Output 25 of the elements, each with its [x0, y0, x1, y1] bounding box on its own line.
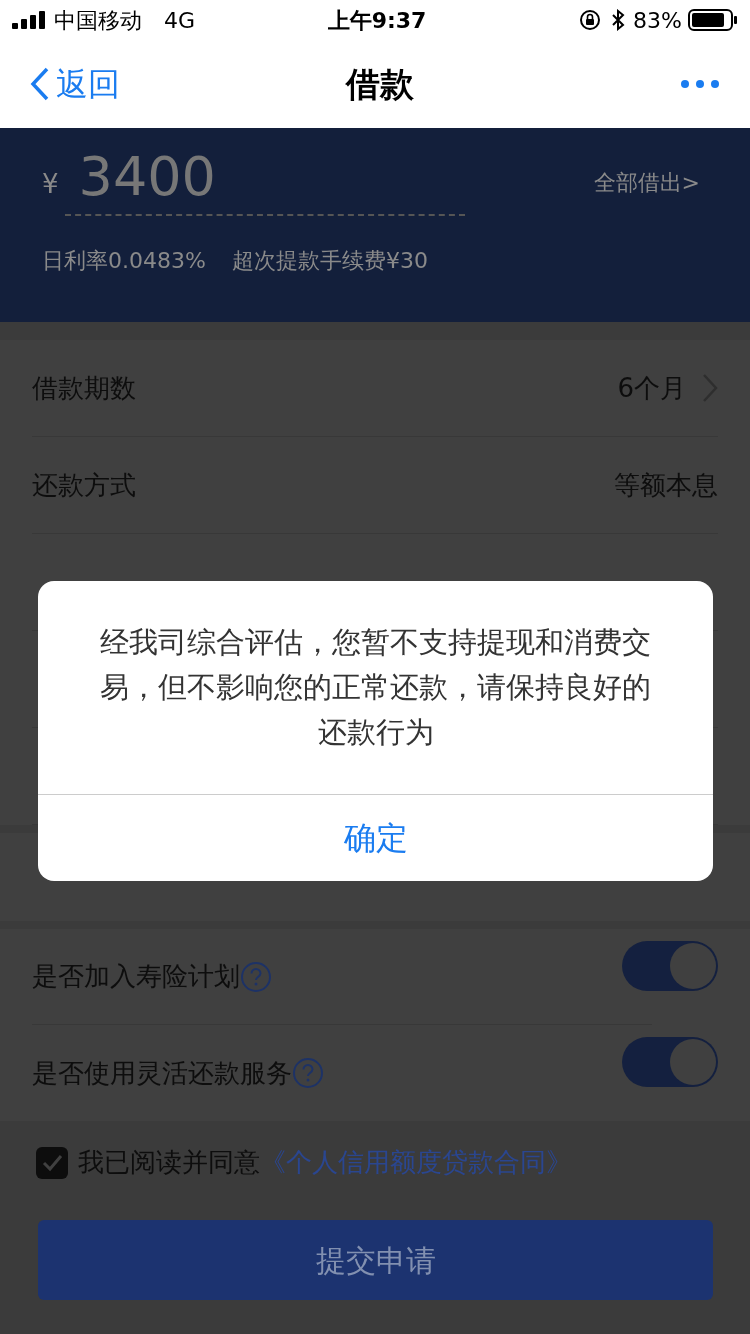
page-title: 借款	[346, 62, 414, 106]
signal-icon	[12, 11, 46, 29]
network-type: 4G	[164, 6, 196, 35]
back-chevron-icon	[30, 67, 50, 101]
help-icon[interactable]	[292, 1057, 324, 1089]
battery-icon	[688, 9, 738, 31]
battery-percent: 83%	[633, 6, 682, 35]
help-icon[interactable]	[240, 960, 272, 993]
currency-sign: ¥	[42, 167, 59, 201]
back-button[interactable]: 返回	[30, 60, 120, 108]
dialog-message: 经我司综合评估，您暂不支持提现和消费交易，但不影响您的正常还款，请保持良好的还款行为	[99, 624, 652, 751]
agreement-checkbox[interactable]	[36, 1146, 68, 1179]
more-icon[interactable]	[680, 79, 720, 89]
bluetooth-icon	[611, 9, 626, 31]
amount-input[interactable]: 3400	[64, 138, 465, 216]
clock-time: 上午9:37	[327, 6, 427, 35]
interest-rate: 日利率0.0483%	[42, 247, 206, 275]
submit-button[interactable]: 提交申请	[38, 1220, 713, 1300]
carrier-name: 中国移动	[54, 6, 142, 35]
toggle-switch[interactable]	[622, 941, 718, 991]
withdrawal-fee: 超次提款手续费¥30	[231, 247, 428, 275]
borrow-all-link[interactable]: 全部借出>	[593, 165, 700, 199]
toggle-switch[interactable]	[622, 1037, 718, 1087]
confirm-button[interactable]: 确定	[38, 795, 713, 881]
rotation-lock-icon	[579, 9, 602, 31]
